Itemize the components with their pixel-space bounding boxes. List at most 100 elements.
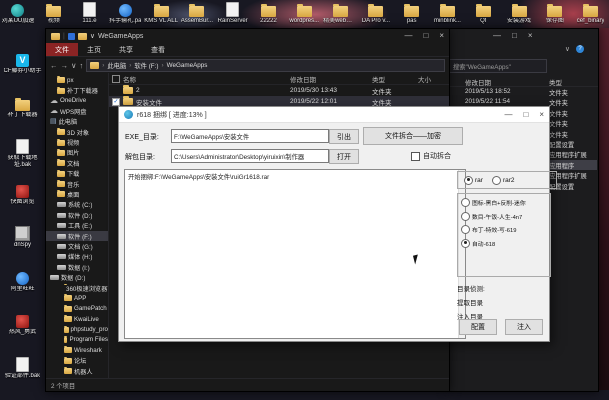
open-button[interactable]: 打开: [329, 149, 359, 164]
sidebar-item[interactable]: Program Files: [46, 335, 108, 345]
desktop-icon[interactable]: 刘某UU加速: [0, 2, 36, 25]
desktop-icon[interactable]: 阿里旺旺: [0, 270, 45, 314]
column-header-date[interactable]: 修改日期: [290, 74, 372, 84]
sidebar-item[interactable]: OneDrive: [46, 96, 108, 106]
sidebar-item[interactable]: 此电脑: [46, 117, 108, 127]
sidebar-item[interactable]: Wireshark: [46, 345, 108, 355]
up-icon[interactable]: ↑: [80, 61, 84, 70]
desktop-icon[interactable]: 精美web模板: [322, 2, 358, 25]
inject-button[interactable]: 注入: [505, 319, 543, 335]
sidebar-item[interactable]: 软件 (F:): [46, 231, 108, 241]
minimize-icon[interactable]: —: [504, 111, 512, 119]
desktop-icon[interactable]: wordpres...: [286, 2, 322, 25]
close-icon[interactable]: ×: [439, 32, 444, 40]
unpack-dir-input[interactable]: C:\Users\Administrator\Desktop\yiruixin\…: [171, 149, 329, 163]
desktop-icon[interactable]: AssemBur...: [179, 2, 215, 25]
desktop-icon[interactable]: minblink...: [430, 2, 466, 25]
sidebar-item[interactable]: 3D 对象: [46, 127, 108, 137]
quick-access-icon[interactable]: [68, 33, 75, 40]
close-icon[interactable]: ×: [528, 32, 533, 40]
mode-radio-option[interactable]: 图标-黑白+反削-迷你: [461, 198, 547, 207]
radio-icon[interactable]: [464, 176, 473, 185]
mode-radio-option[interactable]: 自动-618: [461, 239, 547, 248]
exe-dir-input[interactable]: F:\WeGameApps\安装文件: [171, 129, 329, 143]
sidebar-item[interactable]: WPS网盘: [46, 106, 108, 116]
desktop-icon[interactable]: KMS VL ALL: [143, 2, 179, 25]
radio-icon[interactable]: [461, 198, 470, 207]
checkbox-box-icon[interactable]: [411, 152, 420, 161]
export-button[interactable]: 引出: [329, 129, 359, 144]
desktop-icon[interactable]: 111.e: [72, 2, 108, 25]
auto-merge-checkbox[interactable]: 自动拆合: [411, 151, 451, 161]
format-radio-option[interactable]: rar2: [492, 176, 515, 185]
sidebar-item[interactable]: 论坛: [46, 356, 108, 366]
table-row[interactable]: 2019/5/13 18:52 文件夹: [449, 87, 597, 97]
sidebar-item[interactable]: 系统 (C:): [46, 200, 108, 210]
quick-access-chevron-icon[interactable]: ∨: [90, 32, 95, 40]
desktop-icon[interactable]: DA Pro v...: [358, 2, 394, 25]
row-checkbox[interactable]: [112, 98, 120, 106]
breadcrumb-current[interactable]: WeGameApps: [167, 62, 208, 69]
sidebar-item[interactable]: phpstudy_pro: [46, 324, 108, 334]
desktop-icon[interactable]: CF藤券小助手: [0, 52, 45, 96]
sidebar-item[interactable]: 360极速浏览器下载: [46, 283, 108, 293]
radio-icon[interactable]: [461, 212, 470, 221]
radio-icon[interactable]: [492, 176, 501, 185]
radio-icon[interactable]: [461, 239, 470, 248]
sidebar-item[interactable]: 数据 (I:): [46, 262, 108, 272]
maximize-icon[interactable]: □: [512, 32, 517, 40]
desktop-icon[interactable]: 保存图: [537, 2, 573, 25]
radio-icon[interactable]: [461, 225, 470, 234]
ribbon-tab[interactable]: 主页: [78, 43, 110, 56]
breadcrumb[interactable]: › 此电脑 › 软件 (F:) › WeGameApps: [86, 59, 445, 72]
column-header-type[interactable]: 类型: [372, 74, 418, 84]
desktop-icon[interactable]: 抖手输礼.pa: [107, 2, 143, 25]
format-radio-option[interactable]: rar: [464, 176, 483, 185]
desktop-icon[interactable]: pas: [394, 2, 430, 25]
ribbon-tab[interactable]: 文件: [46, 43, 78, 56]
desktop-icon[interactable]: 获取下载地址.bak: [0, 139, 45, 183]
split-merge-encrypt-button[interactable]: 文件拆合——加密: [363, 127, 463, 145]
sidebar-item[interactable]: 图片: [46, 148, 108, 158]
sidebar-item[interactable]: 文档: [46, 158, 108, 168]
minimize-icon[interactable]: —: [493, 32, 501, 40]
sidebar-item[interactable]: 下载: [46, 169, 108, 179]
sidebar-item[interactable]: 桌面: [46, 189, 108, 199]
desktop-icon[interactable]: 验证部件.bak: [0, 357, 45, 400]
sidebar-item[interactable]: KwaiLive: [46, 314, 108, 324]
desktop-icon[interactable]: 22222: [251, 2, 287, 25]
desktop-icon[interactable]: RainServer: [215, 2, 251, 25]
sidebar-item[interactable]: APP: [46, 293, 108, 303]
desktop-icon[interactable]: 热风_勇武: [0, 313, 45, 357]
column-header-type[interactable]: 类型: [549, 77, 562, 87]
mode-radio-option[interactable]: 布丁-特效-写-619: [461, 225, 547, 234]
quick-access-folder-icon[interactable]: [78, 33, 87, 40]
desktop-icon[interactable]: 视频: [36, 2, 72, 25]
sidebar-item[interactable]: 视频: [46, 137, 108, 147]
desktop-icon[interactable]: dnSpy: [0, 226, 45, 270]
breadcrumb-drive[interactable]: 软件 (F:): [134, 61, 158, 70]
mode-radio-option[interactable]: 数目-午饭-人生-4n7: [461, 212, 547, 221]
sidebar-item[interactable]: 机器人: [46, 366, 108, 376]
log-output-area[interactable]: 开始捆绑:F:\WeGameApps\安装文件\ruiGr1618.rar: [124, 169, 466, 339]
sidebar-item[interactable]: 软件 (D:): [46, 210, 108, 220]
config-button[interactable]: 配置: [459, 319, 497, 335]
forward-icon[interactable]: →: [61, 61, 69, 70]
column-header-size[interactable]: 大小: [418, 74, 449, 84]
ribbon-tab[interactable]: 共享: [110, 43, 142, 56]
back-icon[interactable]: ←: [50, 61, 58, 70]
select-all-checkbox[interactable]: [112, 75, 120, 83]
sidebar-item[interactable]: GamePatch: [46, 304, 108, 314]
sidebar-item[interactable]: 数据 (D:): [46, 272, 108, 282]
sidebar-item[interactable]: 文档 (G:): [46, 241, 108, 251]
history-chevron-icon[interactable]: ∨: [71, 61, 77, 70]
maximize-icon[interactable]: □: [423, 32, 428, 40]
sidebar-item[interactable]: 音乐: [46, 179, 108, 189]
help-icon[interactable]: ?: [576, 45, 584, 53]
column-header-date[interactable]: 修改日期: [465, 77, 491, 87]
sidebar-item[interactable]: 工具 (E:): [46, 220, 108, 230]
desktop-icon[interactable]: 补丁下载器: [0, 96, 45, 140]
ribbon-tab[interactable]: 查看: [142, 43, 174, 56]
sidebar-item[interactable]: px: [46, 75, 108, 85]
maximize-icon[interactable]: □: [523, 111, 528, 119]
